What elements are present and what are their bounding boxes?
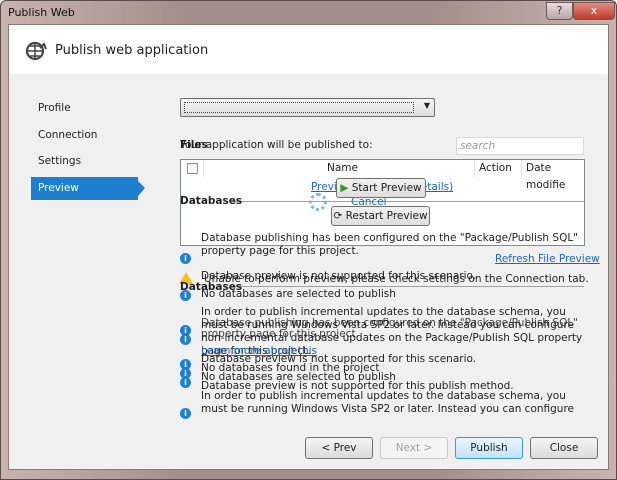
message-incremental-2: In order to publish incremental updates … [201,390,575,414]
header-title: Publish web application [55,43,209,58]
next-button[interactable]: Next > [380,437,448,459]
publish-button[interactable]: Publish [455,437,523,459]
start-preview-button[interactable]: ▶ Start Preview [336,178,426,198]
select-all-checkbox[interactable] [187,163,198,174]
profile-dropdown[interactable]: ▼ [180,98,435,117]
column-action[interactable]: Action [479,160,512,177]
start-preview-label: Start Preview [351,182,422,194]
dialog-header: Publish web application [9,25,608,74]
restart-preview-button[interactable]: ⟳ Restart Preview [331,206,430,226]
chevron-down-icon: ▼ [423,101,430,110]
globe-publish-icon [25,41,47,61]
close-window-button[interactable]: x [573,2,615,20]
prev-button[interactable]: < Prev [305,437,373,459]
restart-preview-label: Restart Preview [345,210,428,222]
column-name[interactable]: Name [327,160,358,177]
info-icon: i [180,377,191,388]
databases-heading: Databases [180,195,243,207]
info-icon: i [180,253,191,264]
play-icon: ▶ [340,182,349,194]
close-button[interactable]: Close [530,437,598,459]
sidebar-item-connection[interactable]: Connection [38,129,97,141]
refresh-file-preview-link[interactable]: Refresh File Preview [495,253,600,265]
info-icon: i [180,408,191,419]
message-no-db-selected: No databases are selected to publish [201,288,396,300]
message-unable-preview: Unable to perform preview, please check … [204,273,589,285]
profile-dropdown-value [184,102,414,113]
info-icon: i [180,334,191,345]
sidebar-item-settings[interactable]: Settings [38,155,81,167]
window-title: Publish Web [8,6,75,19]
message-db-configured-2: Database publishing has been configured … [201,317,579,340]
sidebar-item-profile[interactable]: Profile [38,102,71,114]
refresh-icon: ⟳ [333,210,343,222]
info-icon: i [180,290,191,301]
sidebar-item-preview[interactable]: Preview [31,177,145,200]
loading-spinner-icon [309,193,327,211]
column-date-modified[interactable]: Date modifie [526,160,584,191]
published-to-label: Your application will be published to: [180,139,373,151]
help-button[interactable]: ? [546,2,573,20]
search-input[interactable]: search [456,137,584,155]
